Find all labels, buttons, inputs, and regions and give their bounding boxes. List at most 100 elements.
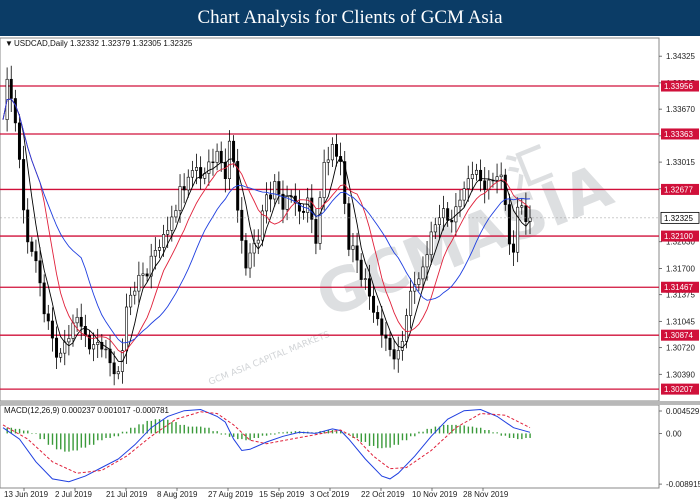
- candle-body: [232, 140, 236, 162]
- candle-body: [404, 315, 408, 342]
- macd-bar: [430, 428, 432, 434]
- candle-body: [141, 273, 145, 276]
- macd-bar: [360, 433, 362, 442]
- macd-bar: [517, 433, 519, 440]
- macd-bar: [253, 433, 255, 438]
- macd-bar: [245, 433, 247, 441]
- macd-bar: [204, 427, 206, 434]
- x-tick-label: 22 Oct 2019: [361, 490, 405, 499]
- candle-body: [30, 241, 34, 252]
- price-chart[interactable]: GCMASIA汇GCM ASIA CAPITAL MARKETS 1.34325…: [0, 0, 700, 500]
- candle-body: [433, 224, 437, 233]
- y-tick-label: 1.33015: [666, 158, 695, 167]
- candle-body: [495, 176, 499, 181]
- candle-body: [256, 239, 260, 244]
- macd-bar: [134, 427, 136, 434]
- candle-body: [372, 295, 376, 313]
- macd-bar: [220, 433, 223, 435]
- macd-bar: [488, 430, 490, 434]
- macd-bar: [397, 433, 400, 445]
- macd-bar: [463, 425, 465, 434]
- candle-body: [63, 341, 67, 354]
- macd-bar: [381, 433, 383, 449]
- candle-body: [483, 180, 487, 190]
- macd-bar: [121, 431, 124, 434]
- candle-body: [157, 247, 161, 251]
- level-label: 1.30874: [664, 331, 693, 340]
- candle-body: [302, 210, 306, 213]
- macd-bar: [154, 419, 157, 434]
- level-label: 1.31467: [664, 283, 693, 292]
- macd-bar: [224, 433, 227, 435]
- macd-bar: [265, 433, 268, 436]
- candle-body: [145, 273, 149, 277]
- macd-bar: [208, 427, 210, 434]
- candle-body: [384, 334, 388, 339]
- candle-body: [446, 208, 450, 221]
- candle-body: [55, 337, 59, 358]
- macd-bar: [88, 433, 91, 445]
- macd-bar: [393, 433, 395, 445]
- candle-body: [376, 312, 380, 320]
- symbol-arrow-icon[interactable]: ▼: [5, 39, 13, 48]
- candle-body: [421, 266, 425, 280]
- macd-bar: [492, 432, 494, 434]
- macd-bar: [389, 433, 391, 448]
- candle-body: [112, 362, 116, 375]
- macd-bar: [47, 433, 50, 445]
- candle-body: [211, 161, 215, 164]
- macd-plot-area: [0, 404, 660, 489]
- candle-body: [22, 159, 26, 211]
- macd-bar: [167, 419, 169, 434]
- candle-body: [367, 278, 371, 297]
- candle-body: [520, 205, 524, 208]
- macd-bar: [142, 424, 144, 434]
- macd-bar: [183, 424, 185, 434]
- candle-body: [264, 194, 268, 212]
- pane-separator[interactable]: [0, 401, 700, 405]
- candle-body: [466, 178, 470, 189]
- macd-bar: [442, 424, 445, 434]
- x-tick-label: 15 Sep 2019: [259, 490, 305, 499]
- level-label: 1.33956: [664, 82, 693, 91]
- y-tick-label: 1.30720: [666, 344, 695, 353]
- macd-bar: [105, 433, 107, 438]
- candle-body: [437, 217, 441, 226]
- y-tick-label: 1.34325: [666, 52, 695, 61]
- macd-bar: [422, 431, 424, 434]
- candle-body: [178, 186, 182, 211]
- macd-bar: [175, 422, 177, 434]
- candle-body: [425, 254, 429, 268]
- candle-body: [13, 98, 17, 124]
- candle-body: [219, 150, 223, 163]
- candle-body: [318, 197, 322, 244]
- macd-bar: [92, 433, 95, 445]
- macd-bar: [18, 428, 21, 434]
- x-tick-label: 13 Jun 2019: [4, 490, 49, 499]
- macd-bar: [261, 433, 264, 436]
- macd-bar: [504, 433, 507, 436]
- candle-body: [392, 349, 396, 360]
- macd-bar: [84, 433, 87, 448]
- candle-body: [429, 231, 433, 256]
- candle-body: [116, 371, 120, 375]
- macd-bar: [418, 431, 420, 434]
- chart-window: Chart Analysis for Clients of GCM Asia G…: [0, 0, 700, 500]
- macd-bar: [72, 433, 74, 451]
- macd-bar: [60, 433, 62, 450]
- candle-body: [269, 194, 273, 200]
- candle-body: [524, 205, 528, 222]
- macd-bar: [479, 427, 482, 434]
- macd-bar: [228, 433, 231, 437]
- candle-body: [129, 294, 133, 308]
- time-axis: 13 Jun 2019 2 Jul 2019 21 Jul 2019 8 Aug 20…: [4, 488, 509, 499]
- macd-y-tick-label: 0.00: [666, 429, 682, 438]
- candle-body: [38, 260, 42, 284]
- candle-body: [215, 150, 219, 163]
- macd-bar: [22, 430, 25, 434]
- macd-bar: [187, 426, 190, 434]
- macd-bar: [117, 433, 120, 437]
- candle-body: [190, 170, 194, 178]
- macd-bar: [51, 433, 54, 445]
- candle-body: [450, 220, 454, 223]
